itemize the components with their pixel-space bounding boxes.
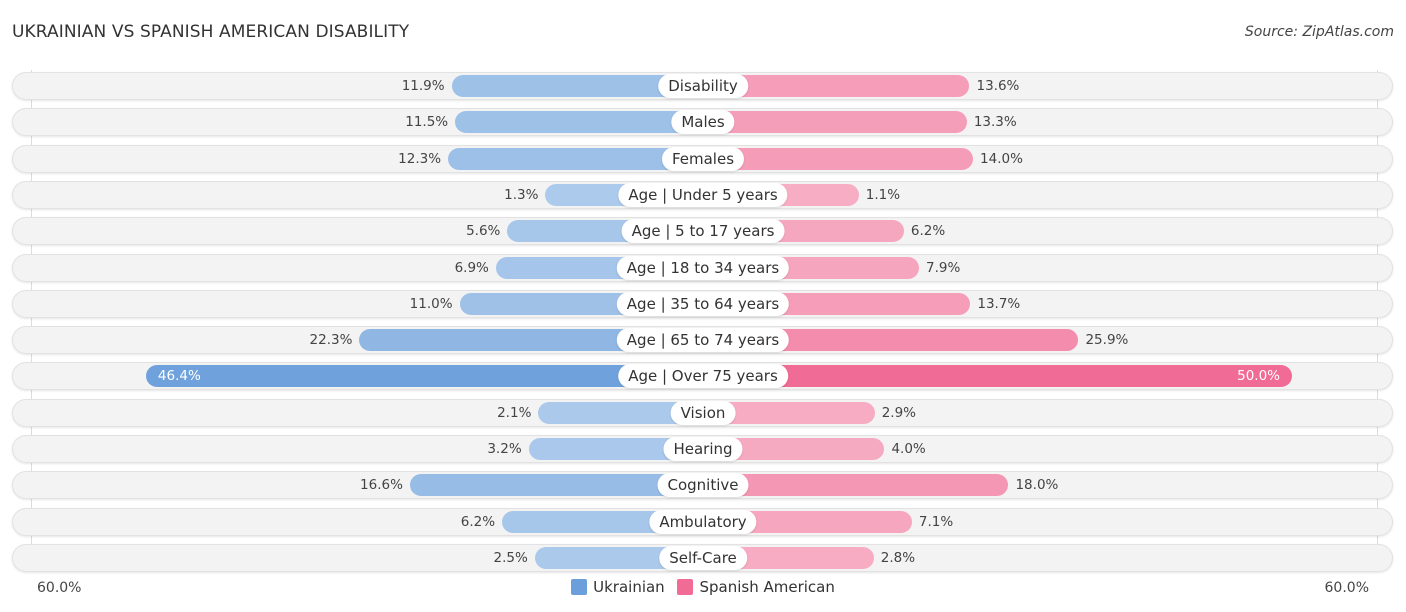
value-label-ukrainian: 12.3% xyxy=(398,150,442,167)
category-label: Age | 65 to 74 years xyxy=(616,328,790,353)
row-age-35-to-64-years: 11.0% 13.7% Age | 35 to 64 years xyxy=(12,289,1393,318)
category-label: Ambulatory xyxy=(649,509,757,534)
bar-ukrainian[interactable] xyxy=(455,111,703,134)
value-label-ukrainian: 46.4% xyxy=(157,368,201,385)
bar-spanish-american[interactable] xyxy=(703,365,1292,388)
bar-spanish-american[interactable] xyxy=(703,111,967,134)
value-label-spanish-american: 13.3% xyxy=(973,114,1017,131)
value-label-spanish-american: 6.2% xyxy=(910,223,946,240)
bar-spanish-american[interactable] xyxy=(703,474,1009,497)
category-label: Vision xyxy=(670,400,736,425)
value-label-spanish-american: 7.9% xyxy=(925,259,961,276)
row-cognitive: 16.6% 18.0% Cognitive xyxy=(12,471,1393,500)
value-label-spanish-american: 25.9% xyxy=(1085,332,1129,349)
category-label: Age | Under 5 years xyxy=(618,182,788,207)
category-label: Age | Over 75 years xyxy=(618,364,788,389)
category-label: Age | 18 to 34 years xyxy=(616,255,790,280)
value-label-ukrainian: 6.2% xyxy=(460,513,496,530)
legend-item-ukrainian[interactable]: Ukrainian xyxy=(571,578,665,596)
legend-item-spanish-american[interactable]: Spanish American xyxy=(677,578,835,596)
value-label-ukrainian: 5.6% xyxy=(466,223,501,240)
category-label: Hearing xyxy=(663,437,743,461)
row-females: 12.3% 14.0% Females xyxy=(12,144,1393,173)
value-label-ukrainian: 16.6% xyxy=(360,477,403,494)
row-age-18-to-34-years: 6.9% 7.9% Age | 18 to 34 years xyxy=(12,253,1393,282)
category-label: Cognitive xyxy=(657,473,749,498)
category-label: Females xyxy=(661,146,745,171)
row-disability: 11.9% 13.6% Disability xyxy=(12,72,1393,100)
value-label-ukrainian: 22.3% xyxy=(309,332,353,349)
value-label-spanish-american: 50.0% xyxy=(1237,368,1280,385)
legend: Ukrainian Spanish American xyxy=(0,578,1406,599)
value-label-ukrainian: 3.2% xyxy=(487,441,522,457)
row-age-65-to-74-years: 22.3% 25.9% Age | 65 to 74 years xyxy=(12,326,1393,355)
value-label-spanish-american: 7.1% xyxy=(918,513,954,530)
value-label-spanish-american: 4.0% xyxy=(891,441,926,457)
value-label-spanish-american: 18.0% xyxy=(1015,477,1059,494)
row-males: 11.5% 13.3% Males xyxy=(12,108,1393,137)
legend-swatch-spanish-american xyxy=(677,579,694,595)
row-age-over-75-years: 46.4% 50.0% Age | Over 75 years xyxy=(12,362,1393,391)
row-vision: 2.1% 2.9% Vision xyxy=(12,398,1393,427)
value-label-spanish-american: 13.7% xyxy=(977,295,1021,312)
category-label: Males xyxy=(671,110,735,135)
value-label-spanish-american: 1.1% xyxy=(865,186,901,203)
value-label-ukrainian: 11.0% xyxy=(409,295,453,312)
value-label-ukrainian: 11.9% xyxy=(401,78,445,94)
value-label-ukrainian: 11.5% xyxy=(405,114,449,131)
source-credit: Source: ZipAtlas.com xyxy=(1244,24,1394,40)
value-label-ukrainian: 6.9% xyxy=(454,259,489,276)
chart-title: UKRAINIAN VS SPANISH AMERICAN DISABILITY xyxy=(12,22,410,42)
legend-swatch-ukrainian xyxy=(571,579,588,595)
row-age-5-to-17-years: 5.6% 6.2% Age | 5 to 17 years xyxy=(12,217,1393,246)
row-hearing: 3.2% 4.0% Hearing xyxy=(12,435,1393,463)
value-label-spanish-american: 2.8% xyxy=(880,549,916,566)
row-ambulatory: 6.2% 7.1% Ambulatory xyxy=(12,507,1393,536)
value-label-spanish-american: 13.6% xyxy=(976,78,1020,94)
category-label: Disability xyxy=(658,74,748,98)
category-label: Self-Care xyxy=(659,545,747,570)
value-label-ukrainian: 1.3% xyxy=(504,186,539,203)
value-label-ukrainian: 2.1% xyxy=(497,404,532,421)
category-label: Age | 5 to 17 years xyxy=(621,219,785,244)
value-label-ukrainian: 2.5% xyxy=(493,549,528,566)
category-label: Age | 35 to 64 years xyxy=(616,291,790,316)
value-label-spanish-american: 14.0% xyxy=(980,150,1023,167)
value-label-spanish-american: 2.9% xyxy=(881,404,916,421)
row-age-under-5-years: 1.3% 1.1% Age | Under 5 years xyxy=(12,180,1393,209)
row-self-care: 2.5% 2.8% Self-Care xyxy=(12,543,1393,572)
legend-label-spanish-american: Spanish American xyxy=(699,578,835,596)
legend-label-ukrainian: Ukrainian xyxy=(593,578,665,596)
